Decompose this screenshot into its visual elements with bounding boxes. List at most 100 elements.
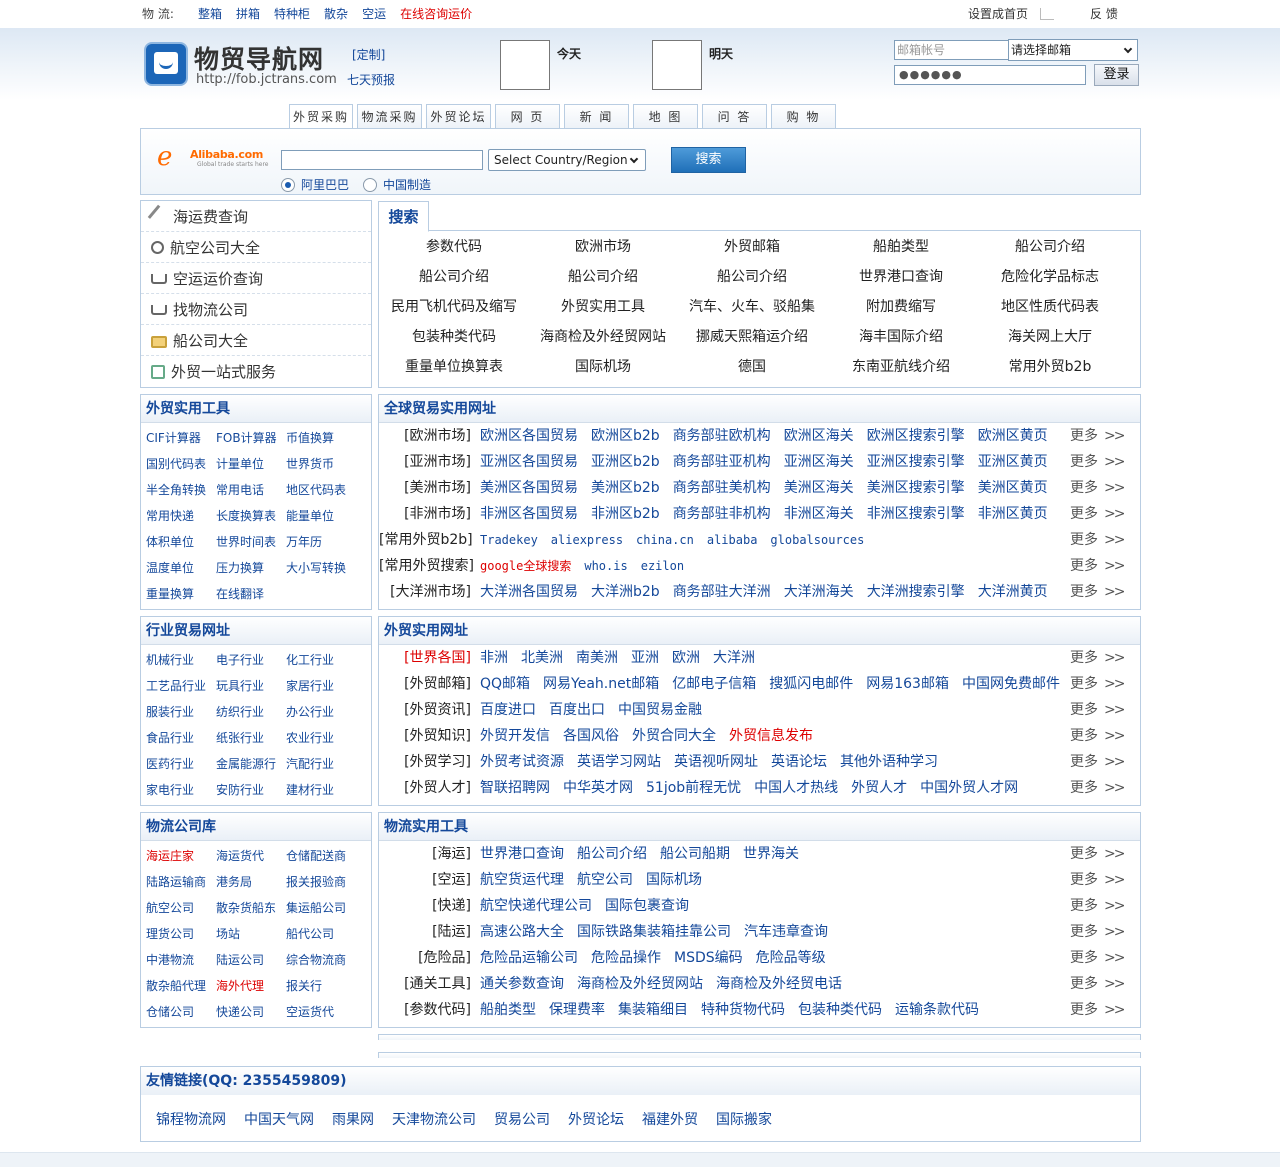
row-link[interactable]: 中国人才热线	[754, 775, 838, 801]
search-grid-link[interactable]: 船公司介绍	[975, 236, 1125, 256]
alibaba-search-button[interactable]: 搜索	[671, 147, 746, 173]
row-link[interactable]: who.is	[584, 553, 627, 579]
row-link[interactable]: 搜狐闪电邮件	[769, 671, 853, 697]
seven-day-forecast-link[interactable]: 七天预报	[347, 71, 395, 88]
tab-5[interactable]: 地 图	[633, 104, 698, 128]
left-menu-item[interactable]: 航空公司大全	[141, 232, 371, 263]
logistics-panel-link[interactable]: 空运货代	[286, 1003, 334, 1020]
industry-panel-link[interactable]: 纸张行业	[216, 729, 264, 746]
row-link[interactable]: 大洋洲搜索引擎	[867, 579, 965, 605]
logistics-panel-link[interactable]: 理货公司	[146, 925, 194, 942]
row-link[interactable]: QQ邮箱	[480, 671, 530, 697]
logistics-panel-link[interactable]: 仓储公司	[146, 1003, 194, 1020]
row-link[interactable]: 海商检及外经贸电话	[716, 971, 842, 997]
more-link[interactable]: 更多 >>	[1070, 579, 1126, 605]
search-grid-link[interactable]: 国际机场	[528, 356, 678, 376]
more-link[interactable]: 更多 >>	[1070, 971, 1126, 997]
industry-panel-link[interactable]: 安防行业	[216, 781, 264, 798]
more-link[interactable]: 更多 >>	[1070, 645, 1126, 671]
tools-panel-link[interactable]: 压力换算	[216, 559, 264, 576]
row-link[interactable]: 航空公司	[577, 867, 633, 893]
industry-panel-link[interactable]: 化工行业	[286, 651, 334, 668]
industry-panel-link[interactable]: 办公行业	[286, 703, 334, 720]
row-link[interactable]: 百度出口	[549, 697, 605, 723]
row-link[interactable]: 欧洲区海关	[784, 423, 854, 449]
search-grid-link[interactable]: 地区性质代码表	[975, 296, 1125, 316]
row-link[interactable]: 美洲区搜索引擎	[867, 475, 965, 501]
radio-alibaba[interactable]: 阿里巴巴	[281, 176, 349, 193]
row-link[interactable]: 保理费率	[549, 997, 605, 1023]
search-grid-link[interactable]: 重量单位换算表	[379, 356, 529, 376]
search-grid-link[interactable]: 常用外贸b2b	[975, 356, 1125, 376]
row-link[interactable]: 欧洲区黄页	[978, 423, 1048, 449]
row-link[interactable]: 包装种类代码	[798, 997, 882, 1023]
row-link[interactable]: 大洋洲黄页	[978, 579, 1048, 605]
friend-link[interactable]: 福建外贸	[642, 1109, 698, 1129]
logistics-panel-link[interactable]: 集运船公司	[286, 899, 346, 916]
row-link[interactable]: 航空快递代理公司	[480, 893, 592, 919]
row-link[interactable]: 欧洲区各国贸易	[480, 423, 578, 449]
row-link[interactable]: 世界海关	[743, 841, 799, 867]
industry-panel-link[interactable]: 建材行业	[286, 781, 334, 798]
more-link[interactable]: 更多 >>	[1070, 893, 1126, 919]
search-grid-link[interactable]: 海关网上大厅	[975, 326, 1125, 346]
search-grid-link[interactable]: 汽车、火车、驳船集	[677, 296, 827, 316]
logistics-link[interactable]: 整箱	[198, 0, 222, 28]
row-link[interactable]: 外贸开发信	[480, 723, 550, 749]
logistics-panel-link[interactable]: 散杂船代理	[146, 977, 206, 994]
row-link[interactable]: 网易163邮箱	[866, 671, 949, 697]
row-link[interactable]: 欧洲	[672, 645, 700, 671]
logistics-link[interactable]: 散杂	[324, 0, 348, 28]
logistics-panel-link[interactable]: 综合物流商	[286, 951, 346, 968]
industry-panel-link[interactable]: 食品行业	[146, 729, 194, 746]
row-link[interactable]: 大洋洲海关	[784, 579, 854, 605]
tools-panel-link[interactable]: 计量单位	[216, 455, 264, 472]
more-link[interactable]: 更多 >>	[1070, 475, 1126, 501]
tools-panel-link[interactable]: 世界货币	[286, 455, 334, 472]
radio-made-in-china[interactable]: 中国制造	[363, 176, 431, 193]
logistics-panel-link[interactable]: 场站	[216, 925, 240, 942]
feedback-link[interactable]: 反 馈	[1090, 0, 1118, 28]
row-link[interactable]: aliexpress	[551, 527, 623, 553]
more-link[interactable]: 更多 >>	[1070, 775, 1126, 801]
more-link[interactable]: 更多 >>	[1070, 841, 1126, 867]
row-link[interactable]: MSDS编码	[674, 945, 743, 971]
more-link[interactable]: 更多 >>	[1070, 697, 1126, 723]
row-link[interactable]: 中国外贸人才网	[920, 775, 1018, 801]
logistics-panel-link[interactable]: 散杂货船东	[216, 899, 276, 916]
industry-panel-link[interactable]: 金属能源行	[216, 755, 276, 772]
row-link[interactable]: 运输条款代码	[895, 997, 979, 1023]
industry-panel-link[interactable]: 家居行业	[286, 677, 334, 694]
row-link[interactable]: google全球搜索	[480, 553, 571, 579]
row-link[interactable]: 危险品操作	[591, 945, 661, 971]
row-link[interactable]: 百度进口	[480, 697, 536, 723]
tools-panel-link[interactable]: 大小写转换	[286, 559, 346, 576]
logistics-panel-link[interactable]: 中港物流	[146, 951, 194, 968]
more-link[interactable]: 更多 >>	[1070, 527, 1126, 553]
row-link[interactable]: 大洋洲各国贸易	[480, 579, 578, 605]
set-home-link[interactable]: 设置成首页	[968, 0, 1028, 28]
more-link[interactable]: 更多 >>	[1070, 945, 1126, 971]
search-grid-link[interactable]: 船公司介绍	[677, 266, 827, 286]
row-link[interactable]: 通关参数查询	[480, 971, 564, 997]
search-grid-link[interactable]: 欧洲市场	[528, 236, 678, 256]
tools-panel-link[interactable]: 能量单位	[286, 507, 334, 524]
left-menu-item[interactable]: 外贸一站式服务	[141, 356, 371, 387]
industry-panel-link[interactable]: 纺织行业	[216, 703, 264, 720]
row-link[interactable]: 亿邮电子信箱	[672, 671, 756, 697]
tools-panel-link[interactable]: 在线翻译	[216, 585, 264, 602]
row-link[interactable]: 船舶类型	[480, 997, 536, 1023]
row-link[interactable]: 商务部驻欧机构	[673, 423, 771, 449]
tab-0[interactable]: 外贸采购	[289, 104, 353, 129]
industry-panel-link[interactable]: 农业行业	[286, 729, 334, 746]
row-link[interactable]: ezilon	[641, 553, 684, 579]
industry-panel-link[interactable]: 工艺品行业	[146, 677, 206, 694]
row-link[interactable]: 其他外语种学习	[840, 749, 938, 775]
logistics-panel-link[interactable]: 陆路运输商	[146, 873, 206, 890]
site-brand[interactable]: 物贸导航网	[194, 40, 324, 76]
login-button[interactable]: 登录	[1094, 64, 1139, 86]
friend-link[interactable]: 锦程物流网	[156, 1109, 226, 1129]
row-link[interactable]: 亚洲区b2b	[591, 449, 660, 475]
row-link[interactable]: 51job前程无忧	[646, 775, 741, 801]
row-link[interactable]: 网易Yeah.net邮箱	[543, 671, 659, 697]
